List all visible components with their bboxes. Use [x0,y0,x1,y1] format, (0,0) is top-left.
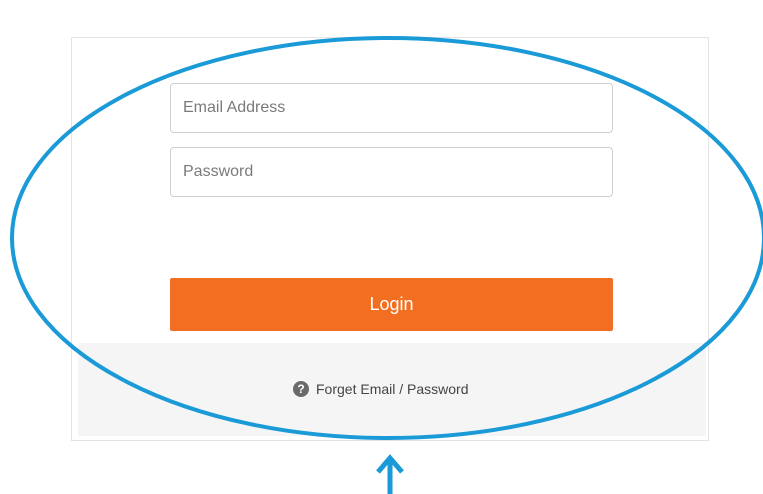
login-footer: ? Forget Email / Password [78,343,706,436]
question-circle-icon: ? [293,381,309,397]
arrow-up-icon [376,454,404,494]
forget-credentials-label: Forget Email / Password [316,381,469,397]
forget-credentials-link[interactable]: ? Forget Email / Password [293,381,469,397]
login-card: Login ? Forget Email / Password [71,37,709,441]
email-field[interactable] [170,83,613,133]
login-screen: Login ? Forget Email / Password [0,0,763,494]
login-button[interactable]: Login [170,278,613,331]
password-field[interactable] [170,147,613,197]
